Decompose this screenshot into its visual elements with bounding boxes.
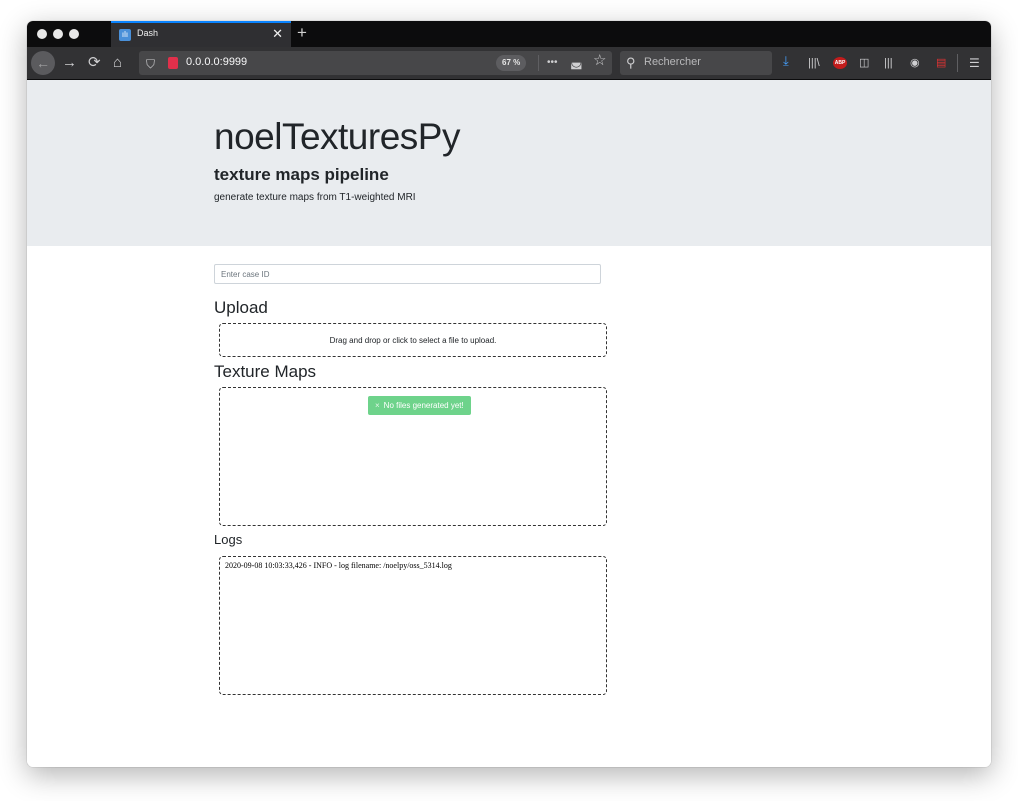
download-icon[interactable]: ⤓: [783, 53, 789, 69]
no-files-alert: × No files generated yet!: [368, 396, 471, 415]
tab-strip: ılı Dash ✕ +: [27, 21, 991, 47]
back-button[interactable]: ←: [31, 51, 55, 75]
search-placeholder[interactable]: Rechercher: [644, 56, 701, 68]
more-actions-icon[interactable]: •••: [547, 54, 558, 72]
pdf-icon[interactable]: ▤: [936, 55, 946, 71]
home-button[interactable]: ⌂: [113, 54, 122, 72]
pocket-icon[interactable]: ◛: [570, 53, 583, 71]
containers-icon[interactable]: |||: [884, 55, 893, 71]
page-subtitle: texture maps pipeline: [214, 165, 389, 184]
minimize-window-button[interactable]: [53, 29, 63, 39]
texture-maps-panel: × No files generated yet!: [219, 387, 607, 526]
zoom-level-badge[interactable]: 67 %: [496, 55, 527, 71]
log-line: 2020-09-08 10:03:33,426 - INFO - log fil…: [225, 561, 452, 570]
upload-heading: Upload: [214, 298, 268, 317]
texture-maps-heading: Texture Maps: [214, 362, 317, 381]
shield-icon[interactable]: ⛉: [146, 55, 155, 73]
page-content: noelTexturesPy texture maps pipeline gen…: [27, 80, 991, 767]
tab-title: Dash: [137, 28, 159, 38]
library-icon[interactable]: |||\: [808, 55, 820, 71]
hamburger-menu-icon[interactable]: ☰: [969, 55, 980, 71]
page-description: generate texture maps from T1-weighted M…: [214, 192, 416, 203]
bar-chart-icon: ılı: [119, 29, 131, 41]
nav-bar: ← → ⟳ ⌂ ⛉ 0.0.0.0:9999 67 % ••• ◛ ☆ ⚲ Re…: [27, 47, 991, 80]
url-divider: [538, 55, 539, 71]
url-bar[interactable]: ⛉ 0.0.0.0:9999 67 % ••• ◛ ☆: [139, 51, 612, 75]
upload-prompt: Drag and drop or click to select a file …: [329, 336, 497, 345]
url-text[interactable]: 0.0.0.0:9999: [186, 56, 247, 68]
tab-dash[interactable]: ılı Dash ✕: [111, 21, 291, 47]
maximize-window-button[interactable]: [69, 29, 79, 39]
bookmark-star-icon[interactable]: ☆: [593, 52, 606, 70]
sidebar-icon[interactable]: ◫: [859, 55, 869, 71]
account-icon[interactable]: ◉: [910, 55, 920, 71]
close-tab-icon[interactable]: ✕: [272, 26, 283, 42]
close-window-button[interactable]: [37, 29, 47, 39]
alert-dismiss-icon[interactable]: ×: [375, 401, 380, 410]
logs-panel: 2020-09-08 10:03:33,426 - INFO - log fil…: [219, 556, 607, 695]
insecure-lock-icon[interactable]: [168, 57, 178, 69]
jumbotron: noelTexturesPy texture maps pipeline gen…: [27, 80, 991, 246]
adblock-icon[interactable]: ABP: [833, 57, 847, 69]
upload-dropzone[interactable]: Drag and drop or click to select a file …: [219, 323, 607, 357]
forward-button[interactable]: →: [62, 54, 77, 72]
browser-window: ılı Dash ✕ + ← → ⟳ ⌂ ⛉ 0.0.0.0:9999 67 %…: [27, 21, 991, 767]
page-title: noelTexturesPy: [214, 116, 460, 157]
search-icon: ⚲: [626, 55, 636, 70]
search-bar[interactable]: ⚲ Rechercher: [620, 51, 772, 75]
case-id-input[interactable]: [214, 264, 601, 284]
toolbar-divider: [957, 54, 958, 72]
alert-text: No files generated yet!: [383, 401, 464, 410]
reload-button[interactable]: ⟳: [88, 54, 101, 72]
new-tab-button[interactable]: +: [297, 23, 307, 43]
logs-heading: Logs: [214, 532, 243, 547]
